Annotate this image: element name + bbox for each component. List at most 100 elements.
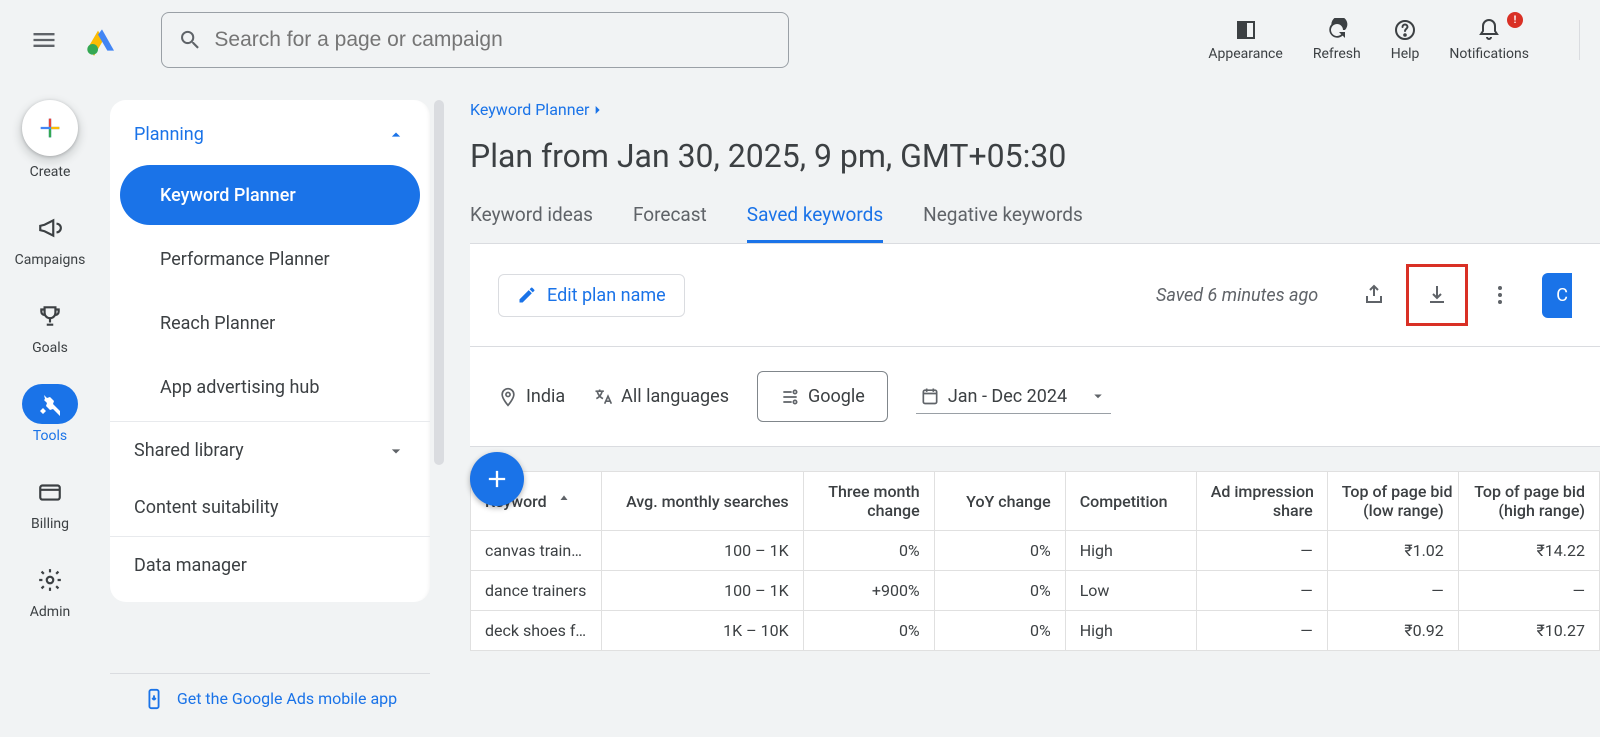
network-filter[interactable]: Google [757, 371, 888, 422]
cell-yoy: 0% [934, 531, 1065, 571]
location-filter[interactable]: India [498, 386, 565, 407]
add-keyword-fab[interactable] [470, 452, 524, 506]
cell-three-month: +900% [803, 571, 934, 611]
search-input[interactable] [214, 28, 772, 52]
refresh-button[interactable]: Refresh [1313, 18, 1361, 62]
goals-nav[interactable]: Goals [22, 296, 78, 356]
col-competition[interactable]: Competition [1065, 472, 1196, 531]
nav-performance-planner[interactable]: Performance Planner [120, 229, 420, 289]
network-label: Google [808, 386, 865, 407]
cell-keyword: deck shoes f… [471, 611, 602, 651]
tools-nav[interactable]: Tools [22, 384, 78, 444]
table-row[interactable]: canvas traine…100 – 1K0%0%High—₹1.02₹14.… [471, 531, 1600, 571]
language-filter[interactable]: All languages [593, 386, 729, 407]
sort-asc-icon [557, 493, 571, 507]
dropdown-icon [1089, 387, 1107, 405]
create-button[interactable]: Create [22, 100, 78, 180]
nav-keyword-planner[interactable]: Keyword Planner [120, 165, 420, 225]
create-label: Create [30, 164, 71, 180]
mobile-app-link[interactable]: Get the Google Ads mobile app [110, 673, 430, 723]
edit-plan-button[interactable]: Edit plan name [498, 274, 685, 317]
cell-three-month: 0% [803, 531, 934, 571]
billing-nav[interactable]: Billing [22, 472, 78, 532]
download-highlight [1406, 264, 1468, 326]
share-button[interactable] [1354, 275, 1394, 315]
google-ads-logo[interactable] [78, 16, 126, 64]
share-icon [1362, 283, 1386, 307]
data-manager-label: Data manager [134, 555, 247, 576]
megaphone-icon [22, 208, 78, 248]
chevron-up-icon [386, 125, 406, 145]
chevron-right-icon [589, 102, 605, 118]
menu-icon[interactable] [20, 16, 68, 64]
tab-forecast[interactable]: Forecast [633, 203, 707, 243]
breadcrumb-label: Keyword Planner [470, 100, 589, 119]
date-filter[interactable]: Jan - Dec 2024 [916, 380, 1111, 414]
keywords-table: Keyword Avg. monthly searches Three mont… [470, 471, 1600, 651]
notifications-button[interactable]: ! Notifications [1449, 18, 1529, 62]
refresh-label: Refresh [1313, 46, 1361, 62]
table-row[interactable]: deck shoes f…1K – 10K0%0%High—₹0.92₹10.2… [471, 611, 1600, 651]
keyword-planner-label: Keyword Planner [160, 185, 296, 206]
admin-nav[interactable]: Admin [22, 560, 78, 620]
cell-competition: High [1065, 531, 1196, 571]
cell-impression: — [1196, 531, 1327, 571]
main-content: Keyword Planner Plan from Jan 30, 2025, … [470, 100, 1600, 737]
search-box[interactable] [161, 12, 789, 68]
nav-app-hub[interactable]: App advertising hub [120, 357, 420, 417]
col-avg-searches[interactable]: Avg. monthly searches [602, 472, 804, 531]
page-title: Plan from Jan 30, 2025, 9 pm, GMT+05:30 [470, 137, 1600, 175]
col-top-low[interactable]: Top of page bid(low range) [1327, 472, 1458, 531]
more-button[interactable] [1480, 275, 1520, 315]
tab-saved-keywords[interactable]: Saved keywords [747, 203, 883, 243]
edit-plan-label: Edit plan name [547, 285, 666, 306]
calendar-icon [920, 386, 940, 406]
cell-three-month: 0% [803, 611, 934, 651]
campaigns-nav[interactable]: Campaigns [15, 208, 86, 268]
col-three-month[interactable]: Three monthchange [803, 472, 934, 531]
section-shared-library[interactable]: Shared library [110, 421, 430, 479]
cell-top-low: ₹0.92 [1327, 611, 1458, 651]
reach-planner-label: Reach Planner [160, 313, 275, 334]
cell-top-low: ₹1.02 [1327, 531, 1458, 571]
gear-icon [22, 560, 78, 600]
location-label: India [526, 386, 565, 407]
appearance-icon [1234, 18, 1258, 42]
section-data-manager[interactable]: Data manager [110, 536, 430, 594]
scrollbar[interactable] [434, 100, 444, 465]
section-content-suitability[interactable]: Content suitability [110, 479, 430, 536]
filter-bar: India All languages Google Jan - Dec 202… [470, 347, 1600, 447]
chevron-down-icon [386, 441, 406, 461]
tab-negative-keywords[interactable]: Negative keywords [923, 203, 1083, 243]
download-icon [1425, 283, 1449, 307]
col-top-high[interactable]: Top of page bid(high range) [1458, 472, 1599, 531]
table-row[interactable]: dance trainers100 – 1K+900%0%Low——— [471, 571, 1600, 611]
cell-keyword: canvas traine… [471, 531, 602, 571]
edit-bar: Edit plan name Saved 6 minutes ago C [470, 244, 1600, 347]
location-icon [498, 387, 518, 407]
cell-yoy: 0% [934, 611, 1065, 651]
language-label: All languages [621, 386, 729, 407]
tab-keyword-ideas[interactable]: Keyword ideas [470, 203, 593, 243]
panel-heading-planning[interactable]: Planning [110, 108, 430, 161]
cell-top-high: ₹14.22 [1458, 531, 1599, 571]
campaigns-label: Campaigns [15, 252, 86, 268]
appearance-button[interactable]: Appearance [1208, 18, 1282, 62]
help-button[interactable]: Help [1391, 18, 1420, 62]
performance-planner-label: Performance Planner [160, 249, 330, 270]
create-campaign-button[interactable]: C [1542, 273, 1572, 318]
download-button[interactable] [1417, 275, 1457, 315]
help-icon [1393, 18, 1417, 42]
billing-label: Billing [31, 516, 69, 532]
cell-yoy: 0% [934, 571, 1065, 611]
col-yoy[interactable]: YoY change [934, 472, 1065, 531]
card-icon [22, 472, 78, 512]
cell-top-low: — [1327, 571, 1458, 611]
saved-status: Saved 6 minutes ago [1156, 285, 1318, 306]
goals-label: Goals [32, 340, 68, 356]
nav-reach-planner[interactable]: Reach Planner [120, 293, 420, 353]
side-panel: Planning Keyword Planner Performance Pla… [110, 100, 430, 602]
breadcrumb[interactable]: Keyword Planner [470, 100, 1600, 119]
tools-label: Tools [33, 428, 67, 444]
col-impression[interactable]: Ad impressionshare [1196, 472, 1327, 531]
